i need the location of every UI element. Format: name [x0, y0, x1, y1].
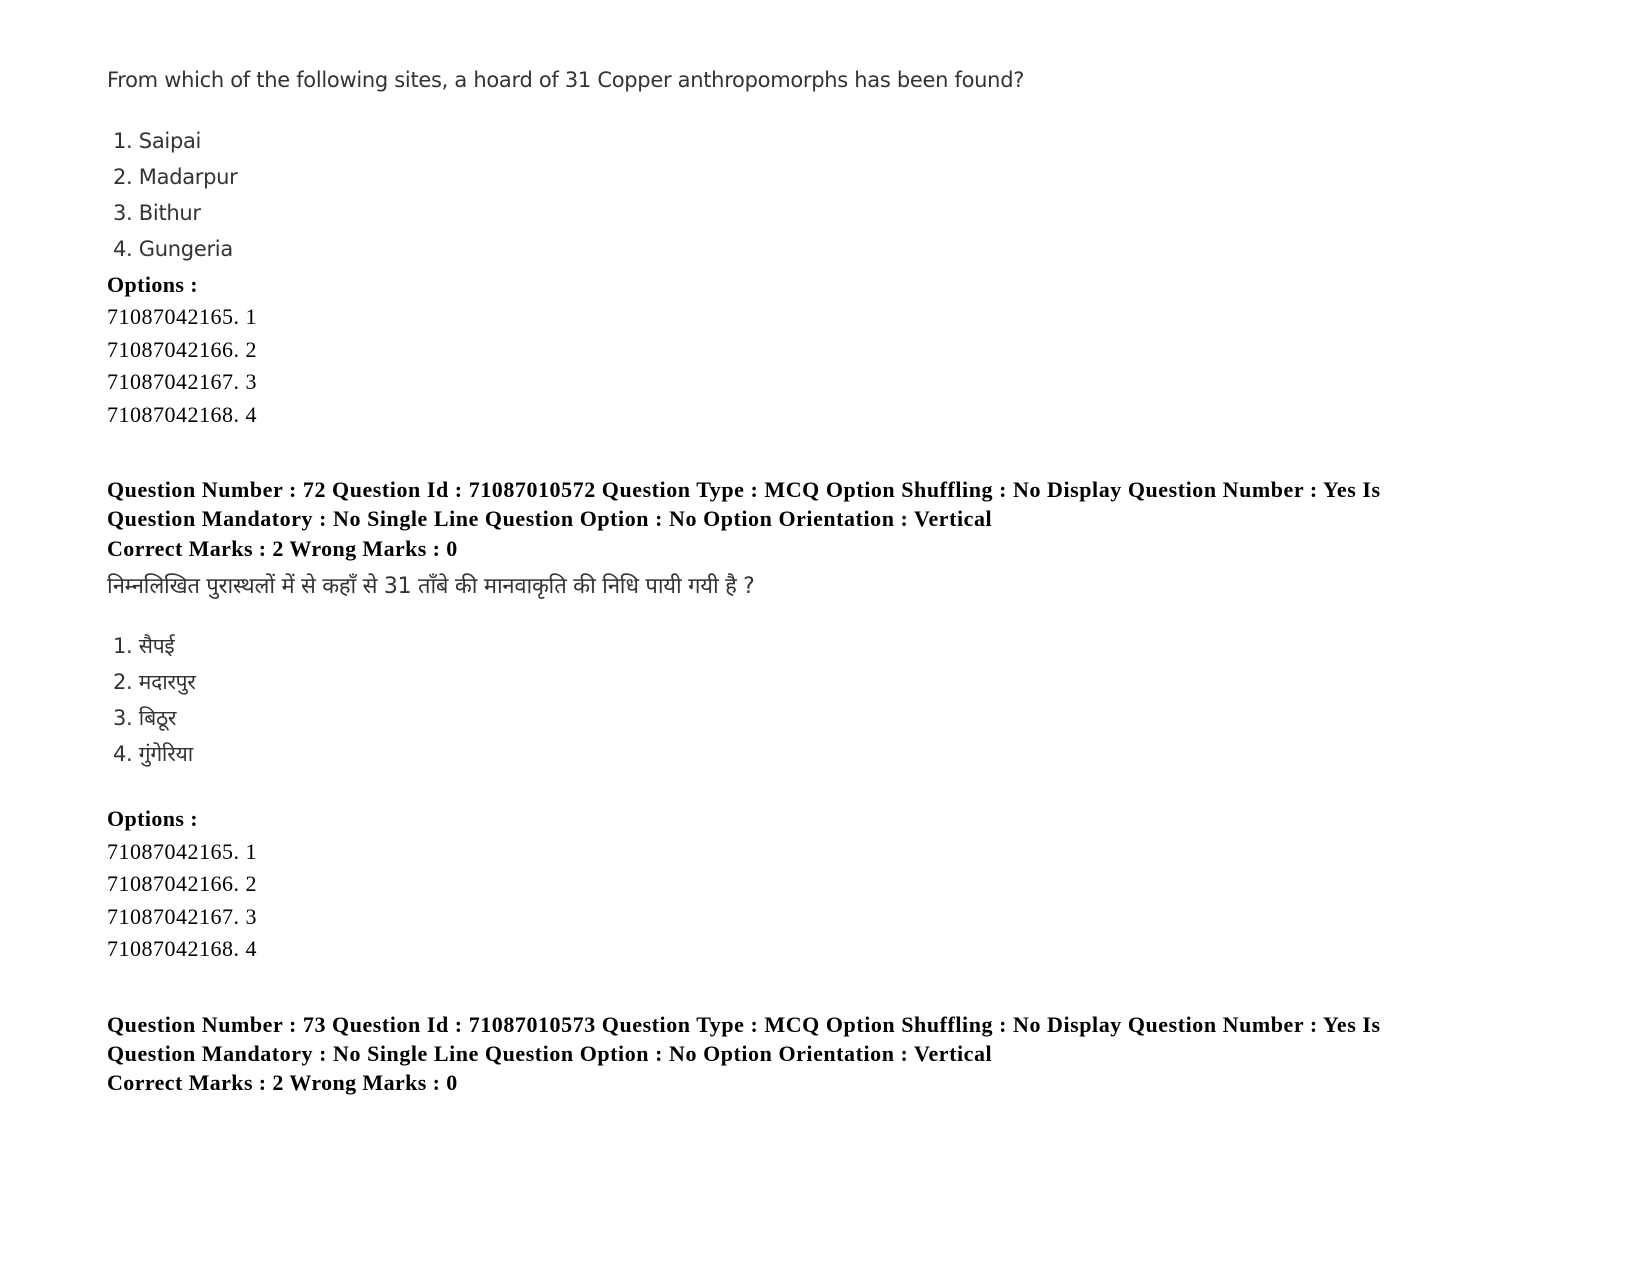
list-item: 4. गुंगेरिया — [113, 742, 193, 766]
list-item: 4. Gungeria — [113, 237, 233, 261]
option-row: 71087042168. 4 — [107, 936, 257, 961]
list-item: 1. सैपई — [113, 634, 175, 658]
option-row: 71087042165. 1 — [107, 304, 257, 329]
list-item: 3. Bithur — [113, 201, 201, 225]
option-row: 71087042168. 4 — [107, 402, 257, 427]
list-item: 3. बिठूर — [113, 706, 177, 730]
option-row: 71087042166. 2 — [107, 871, 257, 896]
question-meta-line: Question Mandatory : No Single Line Ques… — [107, 506, 993, 531]
list-item: 2. Madarpur — [113, 165, 238, 189]
options-label: Options : — [107, 272, 199, 297]
question-meta-line: Question Mandatory : No Single Line Ques… — [107, 1041, 993, 1066]
question-meta-line: Question Number : 73 Question Id : 71087… — [107, 1012, 1381, 1037]
marks-info: Correct Marks : 2 Wrong Marks : 0 — [107, 536, 458, 561]
question-meta-line: Question Number : 72 Question Id : 71087… — [107, 477, 1381, 502]
list-item: 2. मदारपुर — [113, 670, 196, 694]
option-row: 71087042165. 1 — [107, 839, 257, 864]
option-row: 71087042166. 2 — [107, 337, 257, 362]
marks-info: Correct Marks : 2 Wrong Marks : 0 — [107, 1070, 458, 1095]
options-label: Options : — [107, 806, 199, 831]
option-row: 71087042167. 3 — [107, 369, 257, 394]
question-text-en: From which of the following sites, a hoa… — [107, 68, 1025, 92]
option-row: 71087042167. 3 — [107, 904, 257, 929]
list-item: 1. Saipai — [113, 129, 202, 153]
question-meta: Question Number : 72 Question Id : 71087… — [107, 475, 1527, 533]
question-meta: Question Number : 73 Question Id : 71087… — [107, 1010, 1527, 1068]
question-text-hi: निम्नलिखित पुरास्थलों में से कहाँ से 31 … — [107, 574, 755, 599]
